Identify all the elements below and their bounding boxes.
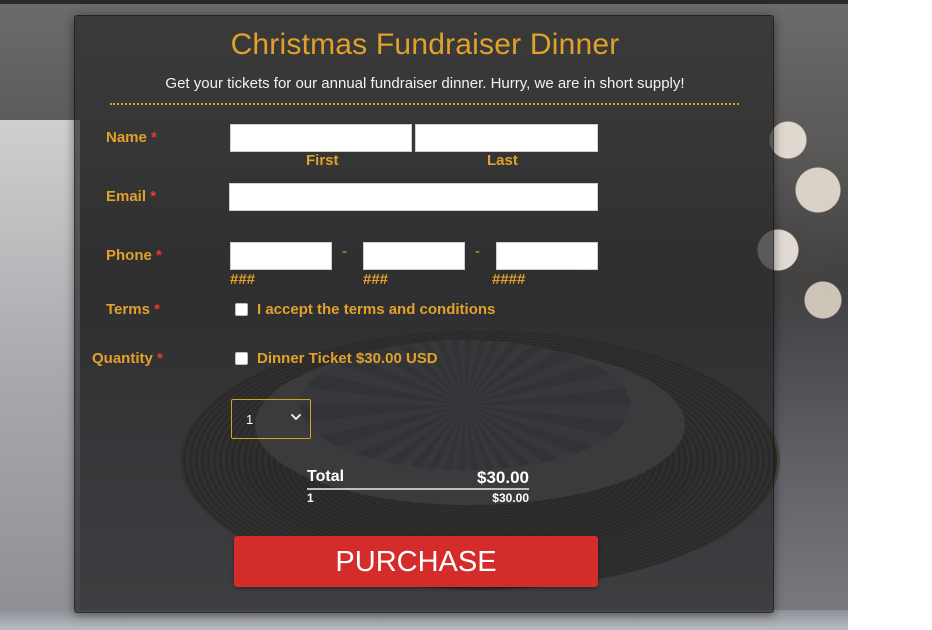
- form-title: Christmas Fundraiser Dinner: [230, 28, 620, 61]
- fundraiser-form: Christmas Fundraiser Dinner Get your tic…: [74, 15, 774, 613]
- last-name-sublabel: Last: [487, 152, 518, 169]
- terms-checkbox-label[interactable]: I accept the terms and conditions: [257, 301, 495, 318]
- phone-area-code-input[interactable]: [230, 242, 332, 270]
- total-divider: [307, 488, 529, 490]
- name-label: Name *: [106, 129, 157, 146]
- phone-label-text: Phone: [106, 247, 152, 264]
- last-name-input[interactable]: [415, 124, 598, 152]
- chevron-down-icon: [291, 414, 301, 420]
- phone-label: Phone *: [106, 247, 162, 264]
- terms-checkbox[interactable]: [235, 303, 248, 316]
- title-divider: [110, 103, 739, 105]
- terms-required-marker: *: [154, 301, 160, 318]
- name-required-marker: *: [151, 129, 157, 146]
- background-tablecloth-bottom: [0, 610, 848, 630]
- phone-required-marker: *: [156, 247, 162, 264]
- line-item-amount: $30.00: [492, 491, 529, 505]
- quantity-select-value: 1: [246, 412, 254, 427]
- quantity-required-marker: *: [157, 350, 163, 367]
- email-label-text: Email: [106, 188, 147, 205]
- line-item-quantity: 1: [307, 491, 314, 505]
- email-required-marker: *: [150, 188, 157, 205]
- form-subtitle: Get your tickets for our annual fundrais…: [165, 75, 685, 92]
- first-name-sublabel: First: [306, 152, 339, 169]
- quantity-label: Quantity *: [92, 350, 163, 367]
- background-tablecloth-left: [0, 120, 80, 630]
- phone-prefix-input[interactable]: [363, 242, 465, 270]
- first-name-input[interactable]: [230, 124, 412, 152]
- phone-line-number-hint: ####: [492, 271, 526, 288]
- phone-area-code-hint: ###: [230, 271, 256, 288]
- purchase-button[interactable]: PURCHASE: [234, 536, 598, 587]
- terms-label: Terms *: [106, 301, 160, 318]
- quantity-select[interactable]: 1: [231, 399, 311, 439]
- dinner-ticket-label[interactable]: Dinner Ticket $30.00 USD: [257, 350, 438, 367]
- phone-line-number-input[interactable]: [496, 242, 598, 270]
- quantity-label-text: Quantity: [92, 350, 153, 367]
- phone-separator-2: -: [475, 243, 480, 260]
- phone-prefix-hint: ###: [363, 271, 389, 288]
- total-label: Total: [307, 468, 345, 485]
- email-label: Email *: [106, 188, 156, 205]
- background-top-strip: [0, 0, 848, 4]
- terms-label-text: Terms: [106, 301, 150, 318]
- total-value: $30.00: [477, 468, 529, 487]
- dinner-ticket-checkbox[interactable]: [235, 352, 248, 365]
- name-label-text: Name: [106, 129, 147, 146]
- phone-separator-1: -: [342, 243, 347, 260]
- email-field[interactable]: [229, 183, 598, 211]
